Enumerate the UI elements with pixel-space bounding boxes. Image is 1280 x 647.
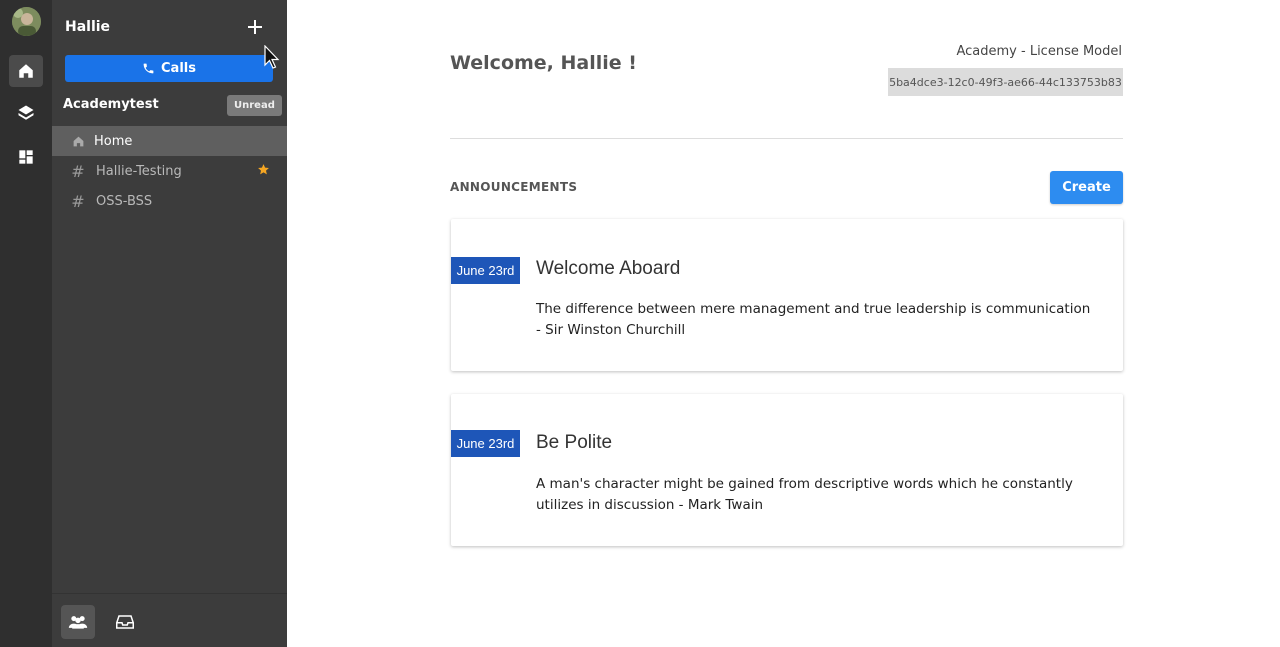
channel-label: Home (94, 133, 133, 149)
header-divider (450, 138, 1123, 139)
channel-item-home[interactable]: Home (52, 126, 287, 156)
teams-button[interactable] (61, 605, 95, 639)
announcement-card[interactable]: June 23rd Welcome Aboard The difference … (451, 219, 1123, 371)
channel-item-oss-bss[interactable]: # OSS-BSS (52, 186, 287, 216)
create-announcement-button[interactable]: Create (1050, 171, 1123, 204)
announcement-date: June 23rd (451, 430, 520, 457)
rail-home-button[interactable] (9, 55, 43, 87)
calls-button[interactable]: Calls (65, 55, 273, 82)
announcement-body: The difference between mere management a… (536, 301, 1091, 338)
channel-label: Hallie-Testing (96, 163, 182, 179)
channel-item-hallie-testing[interactable]: # Hallie-Testing (52, 156, 287, 186)
dashboard-icon (19, 150, 33, 164)
channel-label: OSS-BSS (96, 193, 153, 209)
inbox-button[interactable] (108, 605, 142, 639)
announcement-title: Welcome Aboard (536, 258, 681, 279)
rail-dashboard-button[interactable] (9, 141, 43, 173)
unread-filter-button[interactable]: Unread (227, 95, 282, 116)
sidebar-footer-divider (52, 593, 287, 594)
channel-sidebar: Hallie Calls Academytest Unread Home # H… (52, 0, 287, 647)
app-rail (0, 0, 52, 647)
announcement-title: Be Polite (536, 432, 613, 453)
home-icon (19, 64, 33, 78)
announcement-date: June 23rd (451, 257, 520, 284)
workspace-name[interactable]: Academytest (63, 97, 159, 112)
welcome-heading: Welcome, Hallie ! (450, 52, 637, 74)
plus-icon (248, 20, 262, 34)
add-button[interactable] (245, 17, 265, 37)
layers-icon (18, 105, 34, 120)
mouse-cursor (264, 44, 280, 75)
license-id: 5ba4dce3-12c0-49f3-ae66-44c133753b83 (888, 68, 1123, 96)
announcement-card[interactable]: June 23rd Be Polite A man's character mi… (451, 394, 1123, 546)
star-icon[interactable] (257, 163, 270, 180)
announcements-title: ANNOUNCEMENTS (450, 180, 578, 194)
user-avatar[interactable] (12, 7, 41, 36)
phone-icon (143, 63, 154, 74)
team-name: Hallie (65, 19, 111, 35)
announcement-body: A man's character might be gained from d… (536, 476, 1073, 513)
hash-icon: # (71, 191, 85, 211)
group-icon (68, 616, 88, 629)
inbox-icon (116, 615, 134, 629)
rail-layers-button[interactable] (9, 97, 43, 129)
license-model-label: Academy - License Model (956, 44, 1122, 59)
calls-label: Calls (161, 61, 196, 76)
home-icon (52, 135, 96, 148)
hash-icon: # (71, 161, 85, 181)
